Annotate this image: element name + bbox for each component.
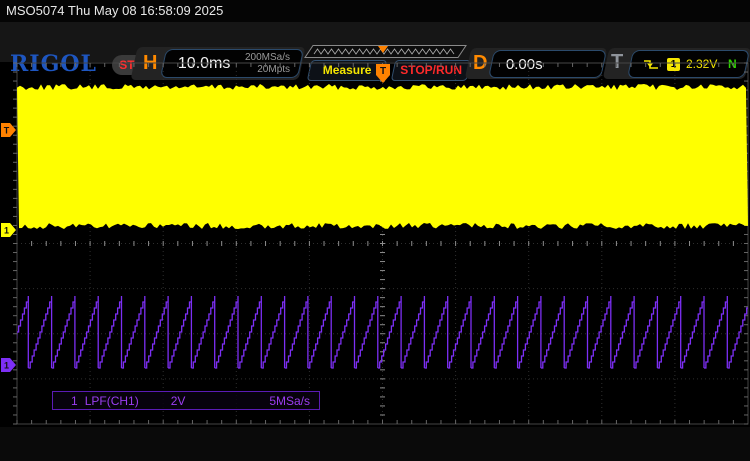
- svg-text:T: T: [4, 126, 10, 136]
- memory-position-bar[interactable]: [304, 45, 468, 59]
- model-and-datetime: MSO5074 Thu May 08 16:58:09 2025: [6, 3, 223, 18]
- math-scale: 2V: [171, 394, 186, 408]
- ch1-waveform[interactable]: [17, 84, 748, 229]
- status-bar: 1 1.00V +160mV 2: [0, 427, 750, 461]
- trigger-position-marker[interactable]: T: [376, 64, 390, 83]
- waveform-display[interactable]: T T 1 1: [0, 62, 750, 426]
- math-channel-number: 1: [71, 394, 78, 408]
- oscilloscope-screen: MSO5074 Thu May 08 16:58:09 2025 RIGOL S…: [0, 0, 750, 461]
- titlebar: MSO5074 Thu May 08 16:58:09 2025: [0, 0, 750, 22]
- math-sample-rate: 5MSa/s: [269, 394, 310, 408]
- math-lpf-waveform[interactable]: [5, 296, 750, 368]
- math-lpf-label[interactable]: 1 LPF(CH1) 2V 5MSa/s: [52, 391, 320, 410]
- svg-text:1: 1: [4, 226, 9, 236]
- math-function: LPF(CH1): [85, 394, 139, 408]
- svg-text:T: T: [380, 66, 386, 77]
- svg-text:1: 1: [4, 361, 9, 371]
- header-bar: RIGOL STOP H 10.0ms 200MSa/s 20Mpts Meas…: [0, 22, 750, 62]
